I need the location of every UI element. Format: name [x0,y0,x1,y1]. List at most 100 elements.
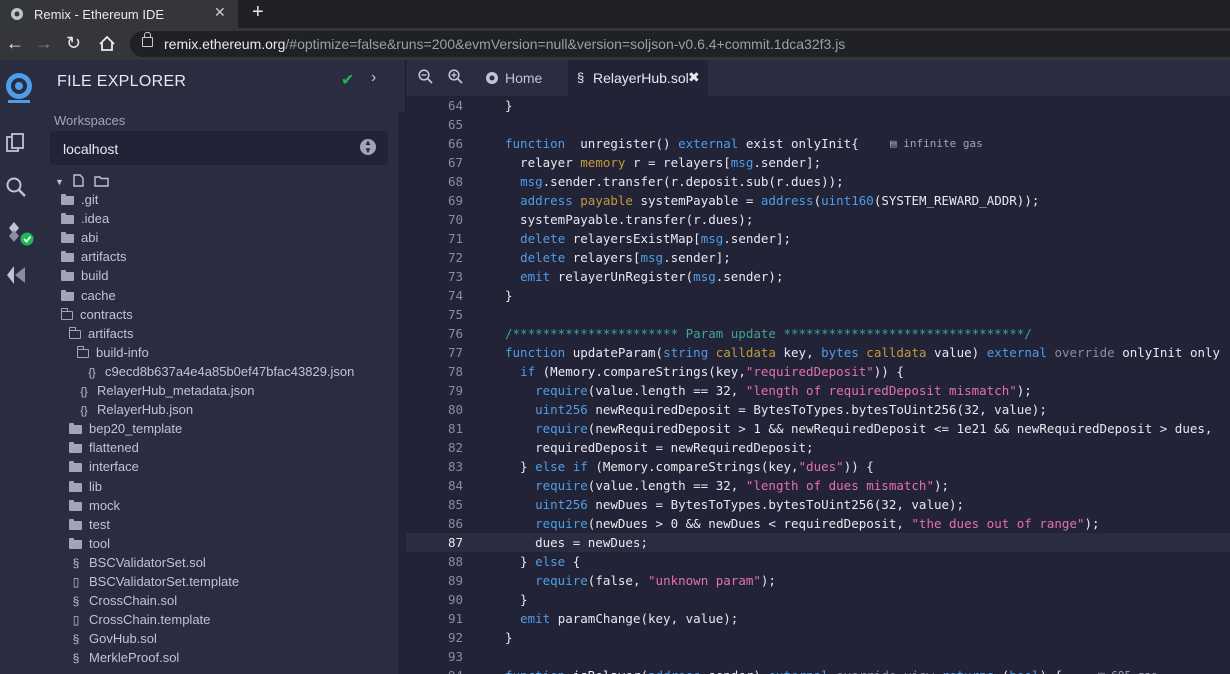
code-line[interactable]: 94 function isRelayer(address sender) ext… [406,666,1230,674]
code-editor[interactable]: 64} 65 66 function unregister() external ex… [406,96,1230,674]
code-line[interactable]: 84 require(value.length == 32, "length o… [406,476,1230,495]
tree-item[interactable]: build-info [76,344,149,364]
tree-item[interactable]: contracts [60,307,133,326]
chevron-right-icon[interactable]: › [371,69,376,87]
tree-item[interactable]: {} c9ecd8b637a4e4a85b0ef47bfac43829.json [85,364,354,383]
code-line[interactable]: 69 address payable systemPayable = addre… [406,191,1230,210]
code-line[interactable]: 64} [406,96,1230,115]
tree-item[interactable]: mock [69,498,120,517]
code-line[interactable]: 72 delete relayers[msg.sender]; [406,248,1230,267]
tab-relayerhub[interactable]: § RelayerHub.sol ✖ [568,60,708,96]
code-line[interactable]: 83 } else if (Memory.compareStrings(key,… [406,457,1230,476]
tree-item[interactable]: ▯ BSCValidatorSet.template [69,574,239,593]
code-line[interactable]: 78 if (Memory.compareStrings(key,"requir… [406,362,1230,381]
code-line[interactable]: 90 } [406,590,1230,609]
url-text: remix.ethereum.org/#optimize=false&runs=… [164,36,846,52]
file-explorer-icon[interactable] [5,132,27,154]
close-tab-icon[interactable]: ✕ [214,4,226,21]
tree-item[interactable]: flattened [69,440,139,459]
tree-item[interactable]: {} RelayerHub_metadata.json [77,383,254,402]
zoom-out-icon[interactable] [418,69,433,88]
tree-item[interactable]: cache [61,288,116,307]
new-folder-icon[interactable] [93,175,109,187]
code-line[interactable]: 82 requiredDeposit = newRequiredDeposit; [406,438,1230,457]
code-line[interactable]: 87 dues = newDues; [406,533,1230,552]
tree-item[interactable]: .idea [61,211,109,230]
address-bar[interactable]: remix.ethereum.org/#optimize=false&runs=… [130,31,1230,57]
solidity-compiler-icon[interactable] [5,220,35,248]
tree-item[interactable]: bep20_template [69,421,182,440]
tree-item[interactable]: artifacts [68,326,134,345]
reload-icon[interactable]: ↻ [66,33,81,54]
tree-item[interactable]: .git [61,192,98,211]
code-line[interactable]: 65 [406,115,1230,134]
folder-icon [69,499,82,511]
tree-item[interactable]: abi [61,230,98,249]
folder-icon [69,518,82,530]
code-line[interactable]: 88 } else { [406,552,1230,571]
folder-icon [61,270,74,282]
code-line[interactable]: 75 [406,305,1230,324]
code-line[interactable]: 79 require(value.length == 32, "length o… [406,381,1230,400]
code-line[interactable]: 93 [406,647,1230,666]
tree-item[interactable]: ▯ CrossChain.template [69,612,211,631]
code-text: delete relayersExistMap[msg.sender]; [520,231,791,246]
solidity-file-icon: § [72,555,80,570]
tree-item[interactable]: § BSCValidatorSet.sol [69,555,206,574]
tree-item-label: build-info [96,344,149,360]
code-line[interactable]: 76 /********************** Param update *… [406,324,1230,343]
tree-item[interactable]: {} RelayerHub.json [77,402,193,421]
tree-item[interactable]: test [69,517,110,536]
browser-tab[interactable]: Remix - Ethereum IDE ✕ [0,0,238,28]
zoom-in-icon[interactable] [448,69,463,88]
line-number: 93 [447,649,463,664]
line-number: 82 [447,440,463,455]
deploy-run-icon[interactable] [5,264,27,286]
code-line[interactable]: 80 uint256 newRequiredDeposit = BytesToT… [406,400,1230,419]
code-line[interactable]: 66 function unregister() external exist o… [406,134,1230,153]
code-line[interactable]: 86 require(newDues > 0 && newDues < requ… [406,514,1230,533]
json-file-icon: {} [88,366,96,379]
back-arrow-icon[interactable]: ← [6,33,24,54]
scrollbar[interactable] [398,112,406,674]
tree-item[interactable]: § GovHub.sol [69,631,157,650]
forward-arrow-icon[interactable]: → [35,33,53,54]
tree-item-label: BSCValidatorSet.sol [89,554,206,570]
code-line[interactable]: 92} [406,628,1230,647]
browser-tab-title: Remix - Ethereum IDE [34,7,165,22]
code-line[interactable]: 85 uint256 newDues = BytesToTypes.bytesT… [406,495,1230,514]
new-tab-button[interactable]: + [252,1,264,24]
code-line[interactable]: 68 msg.sender.transfer(r.deposit.sub(r.d… [406,172,1230,191]
tree-item[interactable]: interface [69,459,139,478]
tree-item-label: bep20_template [89,421,183,437]
code-line[interactable]: 71 delete relayersExistMap[msg.sender]; [406,229,1230,248]
close-tab-icon[interactable]: ✖ [688,69,700,86]
code-line[interactable]: 91 emit paramChange(key, value); [406,609,1230,628]
tree-item[interactable]: § MerkleProof.sol [69,650,180,669]
code-line[interactable]: 74} [406,286,1230,305]
code-line[interactable]: 70 systemPayable.transfer(r.dues); [406,210,1230,229]
code-text: /********************** Param update ***… [505,326,1032,341]
tree-item-label: tool [89,535,110,551]
tree-item[interactable]: tool [69,536,110,555]
tree-item[interactable]: lib [69,479,102,498]
workspaces-label: Workspaces [54,113,126,128]
remix-logo-icon[interactable] [2,70,36,106]
code-line[interactable]: 73 emit relayerUnRegister(msg.sender); [406,267,1230,286]
tree-item[interactable]: § CrossChain.sol [69,593,178,612]
home-icon[interactable] [99,36,115,51]
tree-item[interactable]: artifacts [61,249,127,268]
code-line[interactable]: 81 require(newRequiredDeposit > 1 && new… [406,419,1230,438]
folder-icon [61,194,74,205]
new-file-icon[interactable] [73,174,84,187]
code-line[interactable]: 77 function updateParam(string calldata k… [406,343,1230,362]
line-number: 64 [447,98,463,113]
caret-down-icon[interactable]: ▼ [55,177,64,187]
code-line[interactable]: 89 require(false, "unknown param"); [406,571,1230,590]
tab-home[interactable]: Home [471,60,567,96]
search-icon[interactable] [5,176,27,198]
tree-item-label: lib [89,478,103,494]
tree-item[interactable]: build [61,268,108,287]
code-line[interactable]: 67 relayer memory r = relayers[msg.sende… [406,153,1230,172]
workspace-select[interactable]: localhost ▲ ▼ [50,131,388,165]
